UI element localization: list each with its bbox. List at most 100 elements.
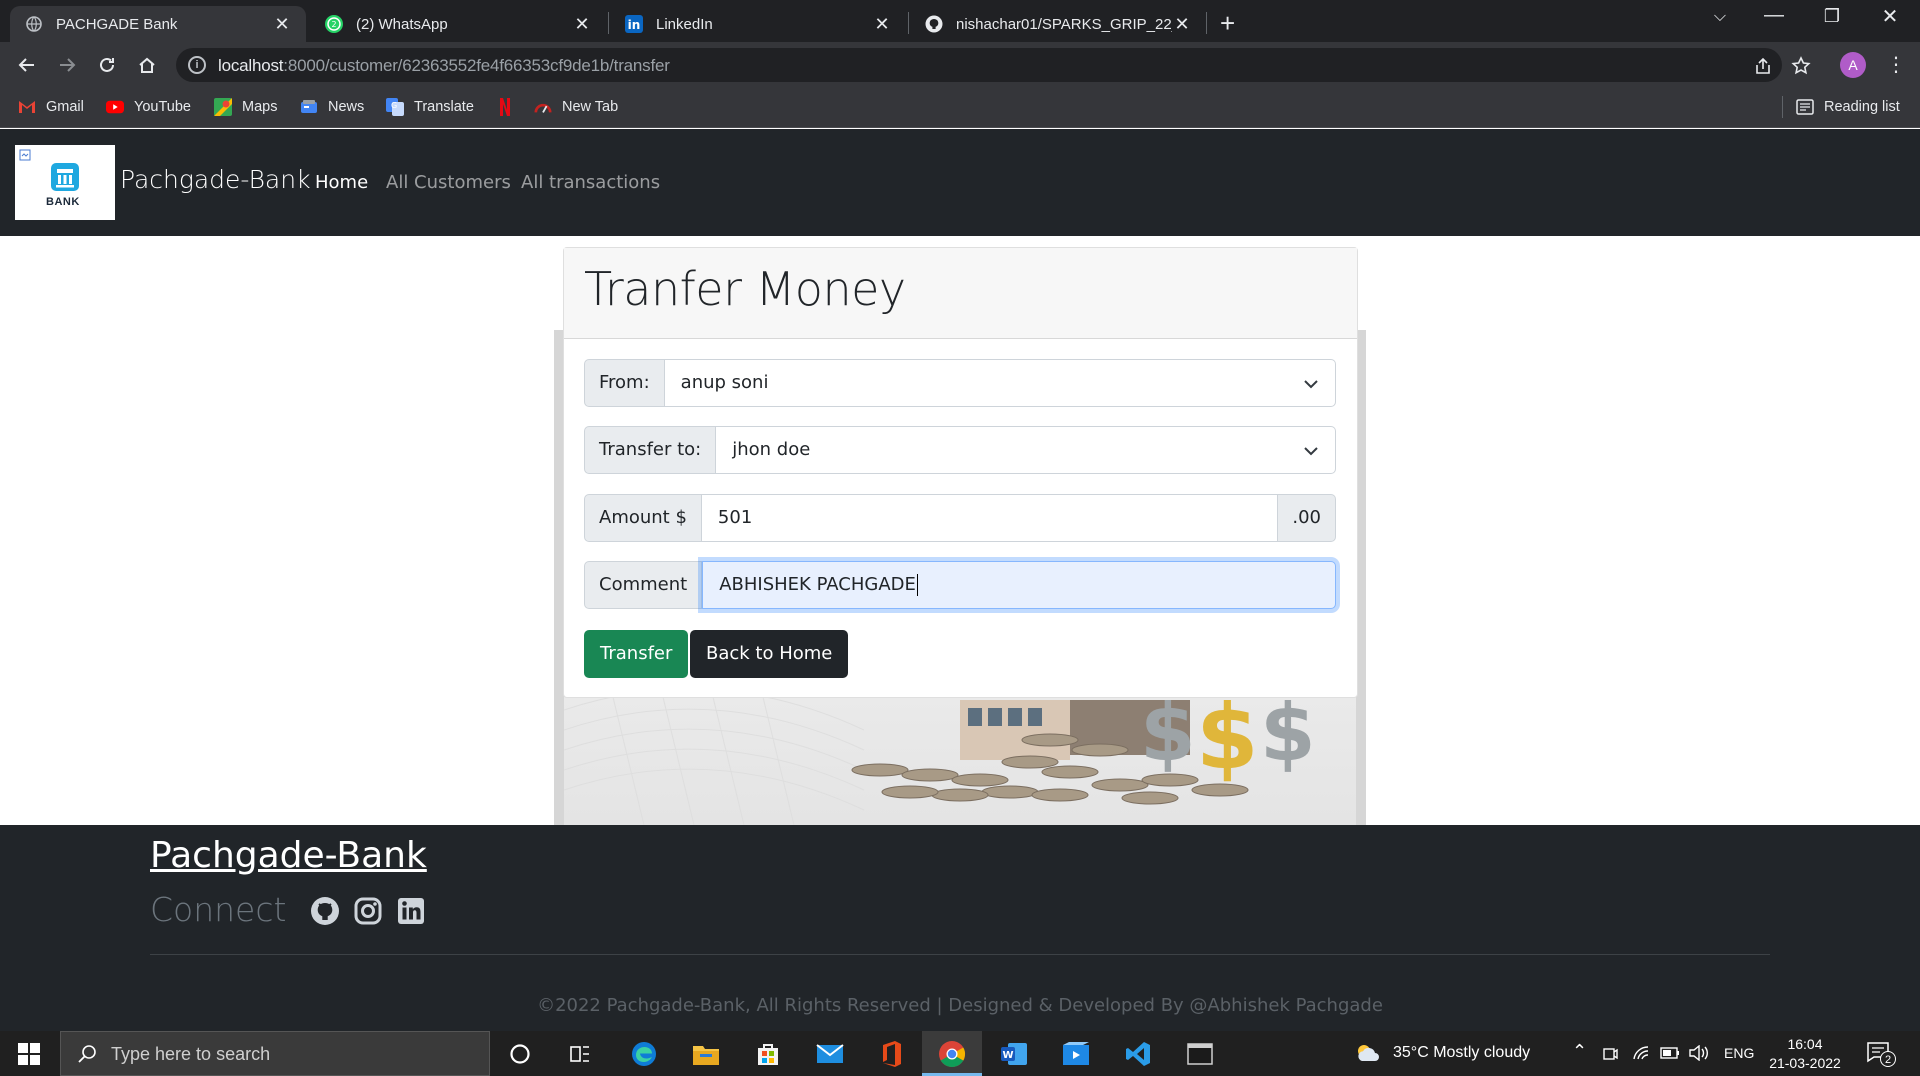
tab-github[interactable]: nishachar01/SPARKS_GRIP_22_Int ✕ [910,6,1206,42]
close-window-button[interactable]: ✕ [1870,4,1910,29]
new-tab-button[interactable]: + [1220,8,1235,39]
edge-icon[interactable] [628,1038,660,1070]
site-info-icon[interactable]: i [188,56,206,74]
language-indicator[interactable]: ENG [1724,1045,1754,1061]
linkedin-icon[interactable] [396,896,426,926]
notification-center-button[interactable]: 2 [1866,1041,1896,1067]
close-tab-icon[interactable]: ✕ [1172,14,1192,35]
browser-toolbar: i localhost:8000/customer/62363552fe4f66… [0,42,1920,88]
tab-pachgade-bank[interactable]: PACHGADE Bank ✕ [10,6,306,42]
bookmark-youtube[interactable]: YouTube [106,98,191,116]
gmail-icon [18,98,36,116]
text-caret [916,574,918,596]
office-icon[interactable] [876,1038,908,1070]
transfer-to-group: Transfer to: jhon doe [584,426,1336,474]
nav-all-customers[interactable]: All Customers [386,172,511,193]
bank-logo[interactable]: BANK [15,145,115,220]
taskbar-search-box[interactable]: Type here to search [60,1031,490,1076]
tab-search-icon[interactable]: ⌵ [1700,8,1740,26]
profile-avatar[interactable]: A [1840,52,1866,78]
bookmark-netflix[interactable] [496,98,524,116]
wifi-icon[interactable] [1632,1045,1650,1061]
battery-icon[interactable] [1660,1047,1680,1059]
github-icon[interactable] [310,896,340,926]
minimize-button[interactable]: — [1754,4,1794,27]
cloud-weather-icon[interactable] [1354,1043,1382,1063]
home-button[interactable] [132,50,162,80]
comment-value: ABHISHEK PACHGADE [719,574,916,595]
nav-home[interactable]: Home [315,172,368,193]
back-to-home-button[interactable]: Back to Home [690,630,849,678]
transfer-to-select-value: jhon doe [732,439,811,460]
task-view-icon[interactable] [564,1038,596,1070]
chevron-up-icon[interactable]: ⌃ [1572,1041,1587,1062]
video-editor-icon[interactable] [1060,1038,1092,1070]
footer-connect-label: Connect [150,890,287,929]
address-bar[interactable]: i localhost:8000/customer/62363552fe4f66… [176,48,1782,82]
svg-text:W: W [1002,1050,1013,1061]
from-group: From: anup soni [584,359,1336,407]
footer-divider [150,954,1770,955]
bookmark-star-icon[interactable] [1790,55,1812,77]
transfer-to-select[interactable]: jhon doe [716,426,1336,474]
svg-text:2: 2 [331,20,336,29]
share-icon[interactable] [1752,55,1774,77]
comment-input[interactable]: ABHISHEK PACHGADE [702,561,1336,609]
bookmark-gmail[interactable]: Gmail [18,98,84,116]
vscode-icon[interactable] [1122,1038,1154,1070]
transfer-button[interactable]: Transfer [584,630,689,678]
bookmark-maps[interactable]: Maps [214,98,277,116]
instagram-icon[interactable] [353,896,383,926]
taskbar-clock[interactable]: 16:04 21-03-2022 [1760,1035,1850,1073]
close-tab-icon[interactable]: ✕ [572,14,592,35]
from-select[interactable]: anup soni [664,359,1336,407]
home-icon [139,57,155,73]
close-tab-icon[interactable]: ✕ [272,14,292,35]
bank-building-icon [51,163,79,191]
globe-icon [24,14,44,34]
maps-icon [214,98,232,116]
tab-linkedin[interactable]: in LinkedIn ✕ [610,6,906,42]
arrow-left-icon [18,58,34,72]
file-explorer-icon[interactable] [690,1038,722,1070]
svg-text:G: G [391,101,397,110]
back-button[interactable] [12,50,42,80]
meet-now-icon[interactable] [1602,1045,1618,1063]
bookmark-translate[interactable]: G Translate [386,98,474,116]
from-label: From: [584,359,665,407]
browser-menu-icon[interactable]: ⋮ [1886,52,1906,78]
site-brand[interactable]: Pachgade-Bank [120,165,311,194]
tab-whatsapp[interactable]: 2 (2) WhatsApp ✕ [310,6,606,42]
amount-input[interactable]: 501 [701,494,1279,542]
reading-list-button[interactable]: Reading list [1796,98,1900,116]
url-text[interactable]: localhost:8000/customer/62363552fe4f6635… [218,56,670,76]
windows-start-icon[interactable] [18,1043,40,1065]
cortana-icon[interactable] [504,1038,536,1070]
amount-label: Amount $ [584,494,702,542]
weather-text[interactable]: 35°C Mostly cloudy [1393,1044,1530,1062]
close-tab-icon[interactable]: ✕ [872,14,892,35]
bookmark-label: YouTube [134,99,191,115]
word-icon[interactable]: W [998,1038,1030,1070]
card-header: Tranfer Money [564,248,1357,339]
tab-title: nishachar01/SPARKS_GRIP_22_Int [956,15,1172,33]
amount-decimal-suffix: .00 [1278,494,1336,542]
restore-button[interactable]: ❐ [1812,6,1852,27]
svg-text:$: $ [1140,700,1196,779]
nav-all-transactions[interactable]: All transactions [521,172,660,193]
volume-icon[interactable] [1688,1045,1710,1061]
reload-button[interactable] [92,50,122,80]
terminal-icon[interactable] [1184,1038,1216,1070]
search-placeholder: Type here to search [111,1044,271,1064]
tab-separator [608,12,609,34]
forward-button[interactable] [52,50,82,80]
bookmark-new-tab[interactable]: New Tab [534,98,618,116]
microsoft-store-icon[interactable] [752,1038,784,1070]
chrome-icon[interactable] [936,1038,968,1070]
transfer-card: Tranfer Money From: anup soni Transfer t… [563,247,1358,698]
footer-brand-link[interactable]: Pachgade-Bank [150,835,427,876]
comment-label: Comment [584,561,703,609]
bookmark-news[interactable]: News [300,98,364,116]
mail-icon[interactable] [814,1038,846,1070]
bookmarks-bar: Gmail YouTube Maps News G Translate New … [0,88,1920,128]
